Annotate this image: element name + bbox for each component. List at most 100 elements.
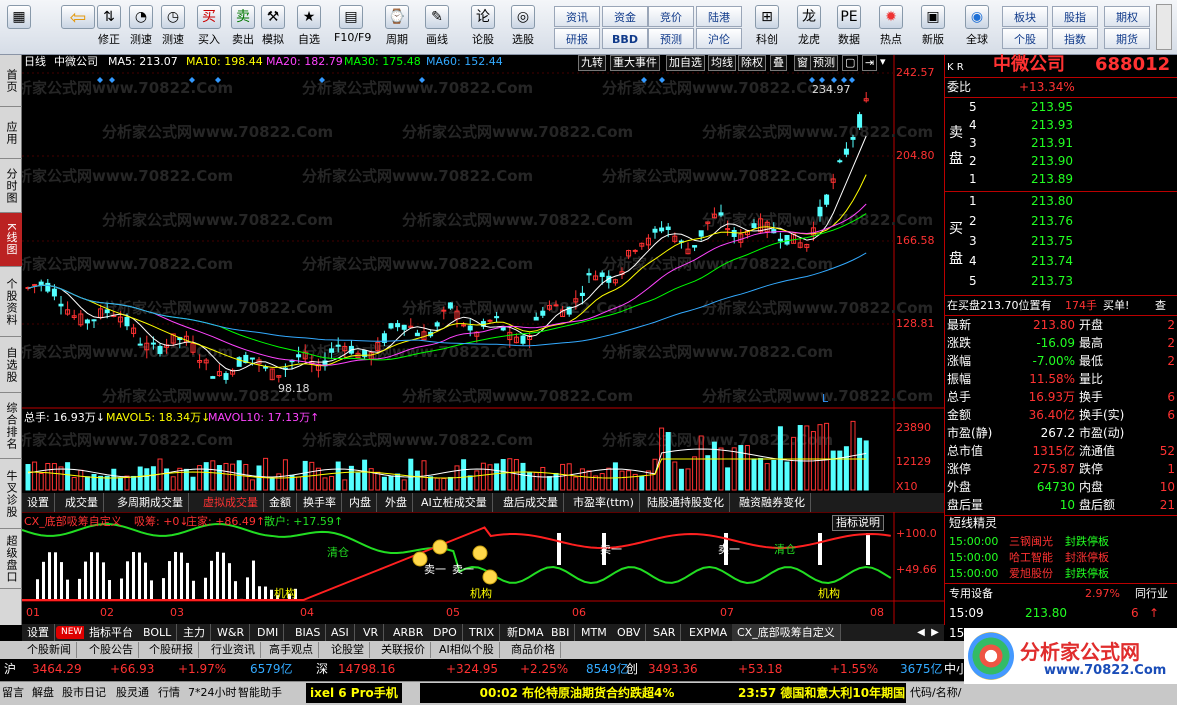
info-tab-5[interactable]: 论股堂 xyxy=(326,642,370,658)
indicator-tab-18[interactable]: EXPMA xyxy=(684,624,734,641)
toolbar-grid-top-3[interactable]: 陆港 xyxy=(696,6,742,27)
toolbar-button-7[interactable]: ⚒ 模拟 xyxy=(256,2,290,52)
volume-tab-8[interactable]: AI立桩成交量 xyxy=(416,493,493,512)
status-item-6[interactable]: 智能助手 xyxy=(238,686,282,700)
toolbar-grid-bottom-0[interactable]: 研报 xyxy=(554,28,600,49)
chart-button-0[interactable]: 九转 xyxy=(578,55,606,71)
indicator-tab-5[interactable]: W&R xyxy=(212,624,251,641)
index-name[interactable]: 深 xyxy=(316,662,328,676)
status-item-1[interactable]: 解盘 xyxy=(32,686,54,700)
ticker-a[interactable]: ixel 6 Pro手机 xyxy=(306,683,402,703)
indicator-tab-8[interactable]: ASI xyxy=(326,624,355,641)
volume-tab-5[interactable]: 换手率 xyxy=(298,493,342,512)
indicator-tab-7[interactable]: BIAS xyxy=(290,624,327,641)
volume-tab-9[interactable]: 盘后成交量 xyxy=(498,493,564,512)
toolbar-grid-top-1[interactable]: 资金 xyxy=(602,6,648,27)
volume-tab-12[interactable]: 融资融券变化 xyxy=(734,493,811,512)
toolbar-button2-1[interactable]: 龙龙虎 xyxy=(792,2,826,52)
toolbar-grid-top-0[interactable]: 资讯 xyxy=(554,6,600,27)
indicator-tab-16[interactable]: OBV xyxy=(612,624,647,641)
left-tab-2[interactable]: 分时图 xyxy=(0,159,22,213)
toolbar-button-12[interactable]: 论论股 xyxy=(466,2,500,52)
indicator-tab-9[interactable]: VR xyxy=(358,624,385,641)
toolbar-grid-bottom-1[interactable]: BBD xyxy=(602,28,648,49)
toolbar-button-4[interactable]: ◷ 测速 xyxy=(156,2,190,52)
info-tab-2[interactable]: 个股研报 xyxy=(144,642,199,658)
left-tab-7[interactable]: 牛叉诊股 xyxy=(0,459,22,529)
info-tab-6[interactable]: 关联报价 xyxy=(376,642,431,658)
chart-button-1[interactable]: 重大事件 xyxy=(610,55,660,71)
toolbar-grid2-bottom-1[interactable]: 指数 xyxy=(1052,28,1098,49)
toolbar-grid-bottom-2[interactable]: 预测 xyxy=(648,28,694,49)
indicator-help-button[interactable]: 指标说明 xyxy=(832,515,884,531)
toolbar-grid2-top-2[interactable]: 期权 xyxy=(1104,6,1150,27)
volume-tab-11[interactable]: 陆股通持股变化 xyxy=(642,493,730,512)
left-tab-1[interactable]: 应用 xyxy=(0,107,22,159)
indicator-tab-6[interactable]: DMI xyxy=(252,624,285,641)
kline-chart[interactable]: 分析家公式网www.70822.Com 分析家公式网www.70822.Com 分析… xyxy=(2,55,944,625)
collapse-arrow-icon[interactable]: ⇥ xyxy=(862,55,878,71)
volume-tab-6[interactable]: 内盘 xyxy=(344,493,377,512)
chart-button-4[interactable]: 除权 xyxy=(738,55,766,71)
indicator-tab-14[interactable]: BBI xyxy=(546,624,576,641)
index-name[interactable]: 创 xyxy=(626,662,638,676)
toolbar-button2-2[interactable]: PE 数据 xyxy=(832,2,866,52)
toolbar-button-9[interactable]: ▤ F10/F9 xyxy=(334,2,371,52)
volume-tab-3[interactable]: 虚拟成交量 xyxy=(198,493,264,512)
volume-tab-1[interactable]: 成交量 xyxy=(60,493,104,512)
indicator-tab-17[interactable]: SAR xyxy=(648,624,682,641)
ticker-b[interactable]: 00:02 布伦特原油期货合约跌超4% xyxy=(420,683,734,703)
volume-tab-7[interactable]: 外盘 xyxy=(380,493,413,512)
left-tab-5[interactable]: 自选股 xyxy=(0,337,22,393)
tab-scroll-right-icon[interactable]: ▶ xyxy=(928,624,942,641)
info-tab-0[interactable]: 个股新闻 xyxy=(22,642,77,658)
toolbar-grid-top-2[interactable]: 竞价 xyxy=(648,6,694,27)
toolbar-button2-0[interactable]: ⊞ 科创 xyxy=(750,2,784,52)
info-tab-3[interactable]: 行业资讯 xyxy=(206,642,261,658)
left-tab-0[interactable]: 首页 xyxy=(0,55,22,107)
ticker-c[interactable]: 23:57 德国和意大利10年期国 xyxy=(734,683,906,703)
toolbar-button-3[interactable]: ◔ 测速 xyxy=(124,2,158,52)
toolbar-button2-3[interactable]: ✹ 热点 xyxy=(874,2,908,52)
volume-tab-0[interactable]: 设置 xyxy=(22,493,55,512)
toolbar-button2-4[interactable]: ▣ 新版 xyxy=(916,2,950,52)
chart-button-5[interactable]: 叠 xyxy=(770,55,787,71)
tab-scroll-left-icon[interactable]: ◀ xyxy=(914,624,928,641)
chart-canvas[interactable]: 分析家公式网www.70822.Com 分析家公式网www.70822.Com 分析… xyxy=(2,55,944,625)
toolbar-button-10[interactable]: ⌚ 周期 xyxy=(380,2,414,52)
info-tab-1[interactable]: 个股公告 xyxy=(84,642,139,658)
code-search-label[interactable]: 代码/名称/ xyxy=(910,686,961,700)
indicator-tab-11[interactable]: DPO xyxy=(428,624,463,641)
toolbar-grid2-top-1[interactable]: 股指 xyxy=(1052,6,1098,27)
indicator-tab-0[interactable]: 设置 xyxy=(22,624,55,641)
indicator-tab-13[interactable]: 新DMA xyxy=(502,624,550,641)
toolbar-scroll-handle[interactable] xyxy=(1156,4,1172,50)
info-tab-4[interactable]: 高手观点 xyxy=(264,642,319,658)
toolbar-grid2-bottom-0[interactable]: 个股 xyxy=(1002,28,1048,49)
status-item-0[interactable]: 留言 xyxy=(2,686,24,700)
status-item-5[interactable]: 7*24小时 xyxy=(188,686,237,700)
toolbar-grid2-top-0[interactable]: 板块 xyxy=(1002,6,1048,27)
toolbar-button-8[interactable]: ★ 自选 xyxy=(292,2,326,52)
toolbar-button2-5[interactable]: ◉ 全球 xyxy=(960,2,994,52)
indicator-tab-12[interactable]: TRIX xyxy=(464,624,501,641)
left-tab-4[interactable]: 个股资料 xyxy=(0,267,22,337)
indicator-tab-10[interactable]: ARBR xyxy=(388,624,430,641)
indicator-tab-3[interactable]: BOLL xyxy=(138,624,178,641)
status-item-3[interactable]: 股灵通 xyxy=(116,686,149,700)
chart-button-2[interactable]: 加自选 xyxy=(666,55,705,71)
notice-button[interactable]: 查 xyxy=(1155,297,1166,314)
indicator-tab-4[interactable]: 主力 xyxy=(178,624,211,641)
left-tab-6[interactable]: 综合排名 xyxy=(0,393,22,459)
info-tab-7[interactable]: AI相似个股 xyxy=(434,642,500,658)
left-tab-8[interactable]: 超级盘口 xyxy=(0,529,22,589)
toolbar-button-5[interactable]: 买买入 xyxy=(192,2,226,52)
volume-tab-2[interactable]: 多周期成交量 xyxy=(112,493,189,512)
dropdown-icon[interactable]: ▾ xyxy=(880,55,886,69)
toolbar-grid-bottom-3[interactable]: 沪伦 xyxy=(696,28,742,49)
toolbar-button-6[interactable]: 卖卖出 xyxy=(226,2,260,52)
lock-icon[interactable]: ▢ xyxy=(842,55,859,71)
indicator-tab-2[interactable]: 指标平台 xyxy=(84,624,139,641)
indicator-tab-15[interactable]: MTM xyxy=(576,624,613,641)
status-item-4[interactable]: 行情 xyxy=(158,686,180,700)
